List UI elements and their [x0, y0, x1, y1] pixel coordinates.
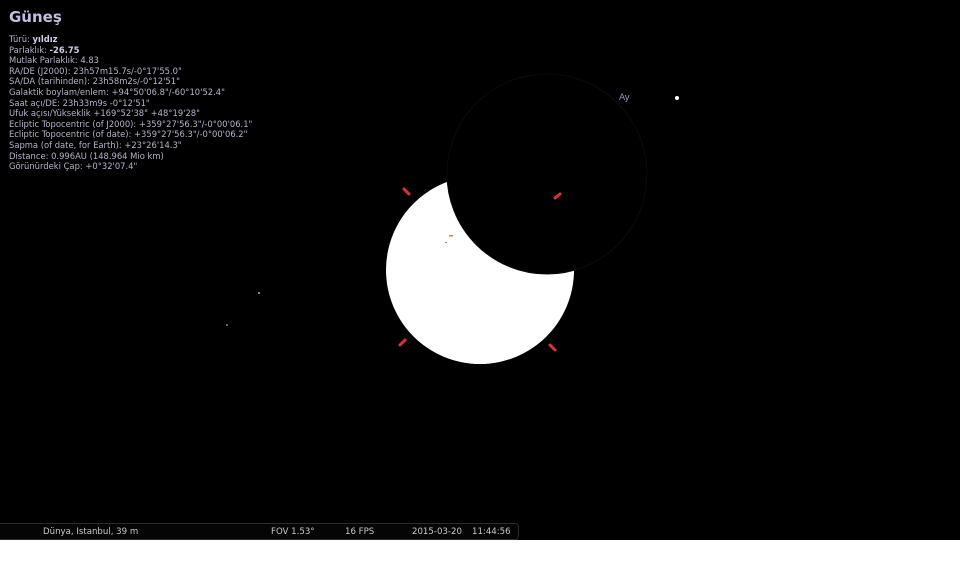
sky-view[interactable]: Ay Güneş Türü: yıldız Parlaklık: -26.75 … [0, 0, 960, 540]
info-line-ra-de-j2000: RA/DE (J2000): 23h57m15.7s/-0°17'55.0" [9, 65, 182, 76]
object-type: Türü: yıldız [9, 34, 58, 44]
window-bottom-margin [0, 540, 960, 569]
info-line-ecliptic-j2000: Ecliptic Topocentric (of J2000): +359°27… [9, 118, 253, 129]
info-line-ra-de-of-date: SA/DA (tarihinden): 23h58m2s/-0°12'51" [9, 76, 180, 87]
fps-label: 16 FPS [345, 527, 375, 537]
selection-marker-bottom-right [548, 343, 557, 352]
stellarium-window: Ay Güneş Türü: yıldız Parlaklık: -26.75 … [0, 0, 960, 569]
moon-label[interactable]: Ay [619, 93, 630, 103]
selection-marker-top-left [402, 187, 411, 196]
sunspot [445, 242, 447, 244]
star[interactable] [675, 96, 679, 100]
object-title: Güneş [9, 8, 62, 26]
info-line-galactic: Galaktik boylam/enlem: +94°50'06.8"/-60°… [9, 86, 225, 97]
sunspot [449, 235, 453, 237]
star[interactable] [258, 292, 260, 294]
info-line-absolute-magnitude: Mutlak Parlaklık: 4.83 [9, 55, 99, 66]
selection-marker-bottom-left [398, 338, 407, 347]
info-line-azimuth-altitude: Ufuk açısı/Yükseklik +169°52'38" +48°19'… [9, 108, 200, 119]
moon-disk[interactable] [447, 74, 647, 274]
info-line-obliquity: Sapma (of date, for Earth): +23°26'14.3" [9, 139, 182, 150]
location-label[interactable]: Dünya, Istanbul, 39 m [43, 527, 138, 537]
star[interactable] [226, 324, 228, 326]
object-info-panel: Güneş Türü: yıldız Parlaklık: -26.75 Mut… [9, 8, 252, 172]
time-label[interactable]: 11:44:56 [472, 527, 511, 537]
status-bar[interactable]: Dünya, Istanbul, 39 m FOV 1.53° 16 FPS 2… [0, 523, 519, 540]
info-line-apparent-diameter: Görünürdeki Çap: +0°32'07.4" [9, 161, 138, 172]
object-magnitude: Parlaklık: -26.75 [9, 44, 80, 55]
info-line-hour-angle: Saat açı/DE: 23h33m9s -0°12'51" [9, 97, 150, 108]
fov-label: FOV 1.53° [271, 527, 315, 537]
date-label[interactable]: 2015-03-20 [412, 527, 462, 537]
info-line-distance: Distance: 0.996AU (148.964 Mio km) [9, 150, 164, 161]
info-line-ecliptic-of-date: Ecliptic Topocentric (of date): +359°27'… [9, 129, 248, 140]
